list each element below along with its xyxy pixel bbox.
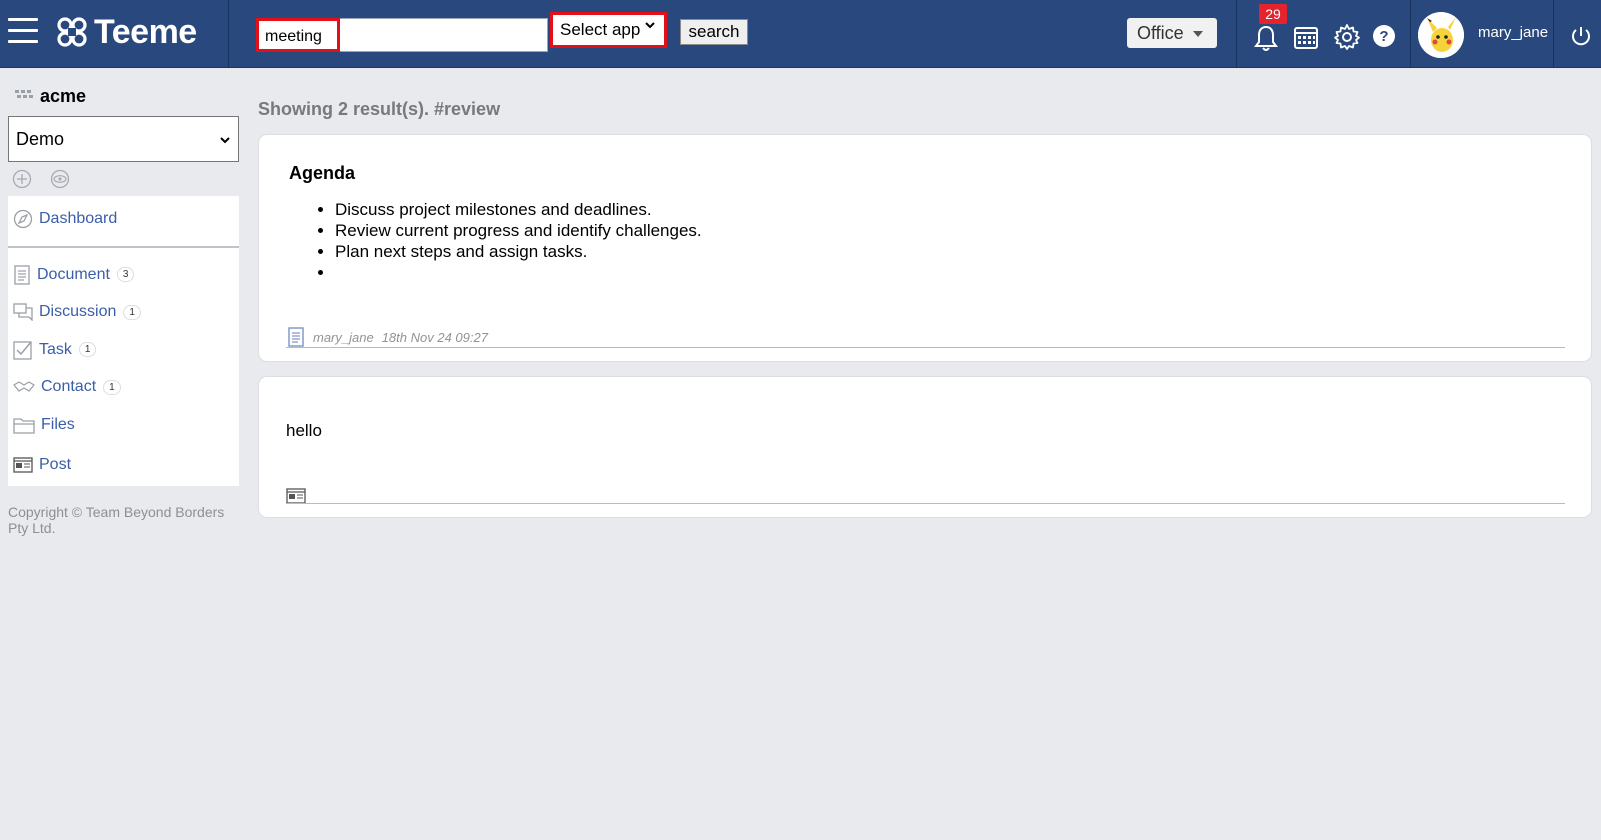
result-author[interactable]: mary_jane xyxy=(313,330,374,345)
contact-icon xyxy=(13,381,35,392)
workspace-select-value: Demo xyxy=(16,129,65,149)
result-text: hello xyxy=(286,421,322,440)
sidebar-item-label: Task xyxy=(39,340,72,358)
result-card[interactable]: hello xyxy=(258,376,1592,518)
sidebar-item-label: Discussion xyxy=(39,303,117,321)
list-item: Plan next steps and assign tasks. xyxy=(335,241,702,262)
org-icon xyxy=(15,90,33,98)
sidebar-item-task[interactable]: Task 1 xyxy=(8,331,239,369)
sidebar-item-label: Post xyxy=(39,455,72,473)
notification-count-badge: 29 xyxy=(1259,4,1287,24)
count-badge: 1 xyxy=(103,379,121,395)
card-divider xyxy=(286,503,1565,504)
sidebar-item-post[interactable]: Post xyxy=(8,444,239,486)
copyright-text: Copyright © Team Beyond Borders Pty Ltd. xyxy=(8,503,225,536)
sidebar-item-label: Contact xyxy=(41,378,97,396)
sidebar-item-label: Document xyxy=(37,265,110,283)
calendar-icon[interactable] xyxy=(1293,24,1321,52)
bell-icon[interactable] xyxy=(1253,24,1281,52)
brand-name: Teeme xyxy=(94,12,197,51)
svg-text:?: ? xyxy=(1379,28,1388,45)
header-divider xyxy=(228,0,229,68)
app-select-dropdown[interactable]: Select app xyxy=(550,12,667,48)
card-divider xyxy=(286,347,1565,348)
result-card[interactable]: Agenda Discuss project milestones and de… xyxy=(258,134,1592,362)
username[interactable]: mary_jane xyxy=(1478,24,1548,41)
post-icon xyxy=(286,488,306,504)
brand-logo[interactable]: Teeme xyxy=(56,12,197,51)
nav-divider xyxy=(8,246,239,248)
sidebar-item-files[interactable]: Files xyxy=(8,406,239,444)
power-icon[interactable] xyxy=(1569,24,1593,48)
sidebar-tools xyxy=(8,162,240,196)
sidebar-item-discussion[interactable]: Discussion 1 xyxy=(8,294,239,332)
header-divider xyxy=(1553,0,1554,68)
list-item: Review current progress and identify cha… xyxy=(335,220,702,241)
org-name: acme xyxy=(40,85,87,106)
header-divider xyxy=(1410,0,1411,68)
caret-down-icon xyxy=(1193,31,1203,37)
workspace-select[interactable]: Demo xyxy=(8,116,239,162)
count-badge: 1 xyxy=(78,342,97,358)
document-icon xyxy=(14,265,30,285)
count-badge: 1 xyxy=(123,304,141,320)
search-input[interactable] xyxy=(342,21,544,49)
dashboard-icon xyxy=(13,209,33,229)
office-menu-button[interactable]: Office xyxy=(1127,18,1217,48)
sidebar-item-label: Files xyxy=(41,415,75,433)
result-meta: mary_jane 18th Nov 24 09:27 xyxy=(287,327,488,347)
chevron-down-icon xyxy=(644,19,656,34)
agenda-list: Discuss project milestones and deadlines… xyxy=(335,199,702,283)
sidebar-nav: Dashboard Document 3 Discussion 1 Task 1… xyxy=(8,196,239,486)
result-title: Agenda xyxy=(289,163,356,183)
task-icon xyxy=(13,341,32,360)
post-icon xyxy=(13,456,33,473)
discussion-icon xyxy=(13,303,33,322)
header-divider xyxy=(1236,0,1237,68)
app-select-value: Select app xyxy=(560,20,641,39)
gear-icon[interactable] xyxy=(1333,23,1361,51)
search-tag-field[interactable]: meeting xyxy=(256,18,340,52)
teeme-logo-icon xyxy=(57,17,87,47)
sidebar-item-label: Dashboard xyxy=(39,210,118,227)
chevron-down-icon xyxy=(218,131,232,152)
sidebar-item-dashboard[interactable]: Dashboard xyxy=(8,196,239,242)
add-icon[interactable] xyxy=(12,169,32,189)
search-button[interactable]: search xyxy=(680,19,748,45)
list-item: Discuss project milestones and deadlines… xyxy=(335,199,702,220)
org-header: acme xyxy=(8,80,240,112)
view-icon[interactable] xyxy=(50,169,70,189)
folder-icon xyxy=(13,418,35,434)
office-menu-label: Office xyxy=(1137,23,1184,43)
sidebar: acme Demo Dashboard Document 3 Discussio… xyxy=(8,80,240,536)
result-date: 18th Nov 24 09:27 xyxy=(381,329,488,345)
sidebar-item-contact[interactable]: Contact 1 xyxy=(8,369,239,407)
list-item xyxy=(335,262,702,283)
avatar[interactable] xyxy=(1418,12,1464,58)
sidebar-item-document[interactable]: Document 3 xyxy=(8,256,239,294)
menu-icon[interactable] xyxy=(6,16,40,48)
help-icon[interactable]: ? xyxy=(1372,24,1400,52)
count-badge: 3 xyxy=(116,267,135,283)
top-header: Teeme meeting Select app search Office 2… xyxy=(0,0,1601,68)
results-title: Showing 2 result(s). #review xyxy=(258,99,501,119)
document-icon xyxy=(288,327,304,347)
